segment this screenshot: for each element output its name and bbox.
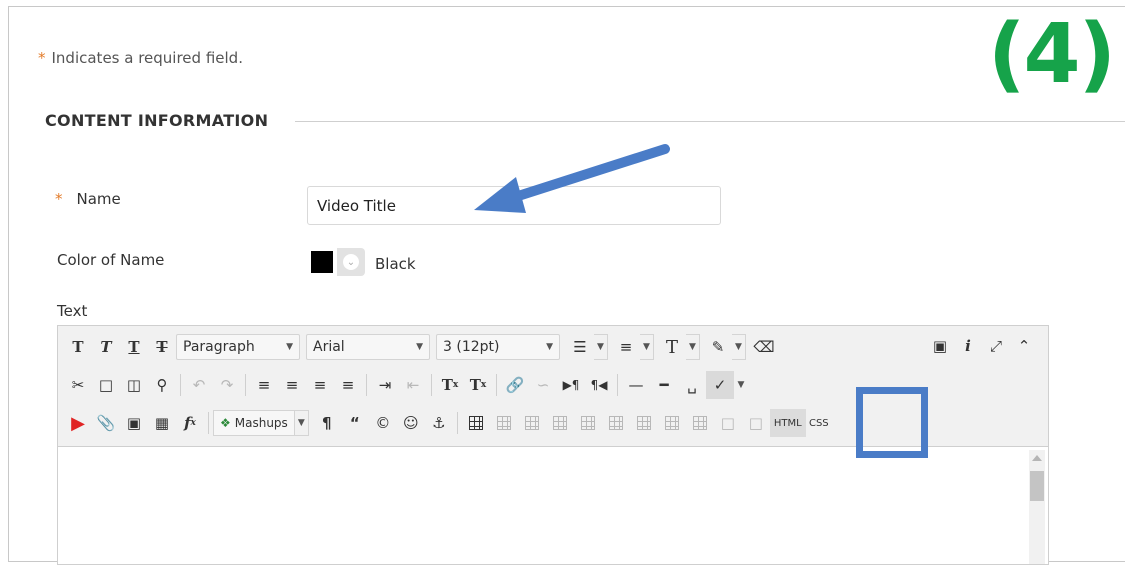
align-center-icon[interactable]: ≡ — [278, 371, 306, 399]
blockquote-icon[interactable]: “ — [341, 409, 369, 437]
annotation-arrow — [474, 144, 670, 213]
dropdown-arrow-icon: ▼ — [416, 342, 423, 352]
preview-icon[interactable]: ▣ — [926, 332, 954, 360]
mashups-select[interactable]: ❖ Mashups — [213, 410, 295, 436]
section-divider — [295, 121, 1125, 122]
youtube-icon[interactable]: ▶ — [64, 409, 92, 437]
numbered-list-icon[interactable]: ≡ — [612, 333, 640, 361]
scroll-thumb[interactable] — [1030, 471, 1044, 501]
horizontal-rule-icon[interactable]: — — [622, 371, 650, 399]
toolbar-row-1: T T T T Paragraph ▼ Arial ▼ 3 (12pt) ▼ ☰ ▼ … — [64, 332, 778, 362]
toolbar-row-2: ✂ □ ◫ ⚲ ↶ ↷ ≡ ≡ ≡ ≡ ⇥ ⇤ Tx Tx 🔗 ∽ ▶¶ ¶◀ … — [64, 370, 752, 400]
spellcheck-icon[interactable]: ✓ — [706, 371, 734, 399]
highlighter-icon[interactable]: ✎ — [704, 333, 732, 361]
required-field-note: * Indicates a required field. — [38, 49, 243, 67]
undo-icon[interactable]: ↶ — [185, 371, 213, 399]
table-delete-icon[interactable]: □ — [742, 409, 770, 437]
scroll-up-icon[interactable] — [1032, 455, 1042, 461]
table-row-after-icon[interactable] — [518, 409, 546, 437]
spellcheck-options-icon[interactable]: ▼ — [734, 372, 748, 398]
mashups-options-icon[interactable]: ▼ — [294, 410, 309, 436]
outdent-icon[interactable]: ⇤ — [399, 371, 427, 399]
toolbar-right-tools: ▣ i ⤢ ⌃ — [926, 332, 1038, 360]
redo-icon[interactable]: ↷ — [213, 371, 241, 399]
link-icon[interactable]: 🔗 — [501, 371, 529, 399]
search-icon[interactable]: ⚲ — [148, 371, 176, 399]
table-delete-col-icon[interactable] — [630, 409, 658, 437]
name-label: * Name — [55, 190, 121, 208]
collapse-toolbar-icon[interactable]: ⌃ — [1010, 332, 1038, 360]
text-label: Text — [57, 302, 88, 320]
name-label-text: Name — [76, 190, 121, 208]
subscript-icon[interactable]: Tx — [464, 371, 492, 399]
eraser-icon[interactable]: ⌫ — [750, 333, 778, 361]
color-swatch — [311, 251, 333, 273]
paragraph-mark-icon[interactable]: ¶ — [313, 409, 341, 437]
dropdown-arrow-icon: ▼ — [286, 342, 293, 352]
step-number-label: (4) — [988, 7, 1116, 102]
fullscreen-icon[interactable]: ⤢ — [982, 332, 1010, 360]
table-split-cells-icon[interactable] — [686, 409, 714, 437]
highlight-options-icon[interactable]: ▼ — [732, 334, 746, 360]
table-merge-cells-icon[interactable]: □ — [714, 409, 742, 437]
font-size-select[interactable]: 3 (12pt) ▼ — [436, 334, 560, 360]
font-family-select[interactable]: Arial ▼ — [306, 334, 430, 360]
table-row-before-icon[interactable] — [490, 409, 518, 437]
bullet-list-icon[interactable]: ☰ — [566, 333, 594, 361]
table-col-after-icon[interactable] — [602, 409, 630, 437]
formula-icon[interactable]: fx — [176, 409, 204, 437]
required-note-text: Indicates a required field. — [51, 49, 243, 67]
chevron-down-icon: ⌄ — [337, 248, 365, 276]
text-color-icon[interactable]: T — [658, 333, 686, 361]
align-justify-icon[interactable]: ≡ — [334, 371, 362, 399]
italic-icon[interactable]: T — [92, 333, 120, 361]
css-button[interactable]: CSS — [806, 409, 832, 437]
ltr-direction-icon[interactable]: ▶¶ — [557, 371, 585, 399]
paragraph-format-select[interactable]: Paragraph ▼ — [176, 334, 300, 360]
bold-icon[interactable]: T — [64, 333, 92, 361]
thick-rule-icon[interactable]: ━ — [650, 371, 678, 399]
color-picker-button[interactable]: ⌄ — [307, 247, 365, 277]
table-icon[interactable] — [462, 409, 490, 437]
align-left-icon[interactable]: ≡ — [250, 371, 278, 399]
align-right-icon[interactable]: ≡ — [306, 371, 334, 399]
media-icon[interactable]: ▦ — [148, 409, 176, 437]
copyright-icon[interactable]: © — [369, 409, 397, 437]
table-col-before-icon[interactable] — [574, 409, 602, 437]
toolbar-row-3: ▶ 📎 ▣ ▦ fx ❖ Mashups ▼ ¶ “ © ☺ ⚓ □ □ HTM… — [64, 408, 832, 438]
info-icon[interactable]: i — [954, 332, 982, 360]
paste-icon[interactable]: ◫ — [120, 371, 148, 399]
editor-scrollbar[interactable] — [1029, 450, 1045, 564]
dropdown-arrow-icon: ▼ — [546, 342, 553, 352]
table-cell-props-icon[interactable] — [658, 409, 686, 437]
indent-icon[interactable]: ⇥ — [371, 371, 399, 399]
color-of-name-label: Color of Name — [57, 251, 165, 269]
image-icon[interactable]: ▣ — [120, 409, 148, 437]
cut-icon[interactable]: ✂ — [64, 371, 92, 399]
mashups-icon: ❖ — [220, 416, 231, 430]
numbered-list-options-icon[interactable]: ▼ — [640, 334, 654, 360]
html-source-button[interactable]: HTML — [769, 409, 806, 437]
required-star-icon: * — [38, 49, 46, 67]
copy-icon[interactable]: □ — [92, 371, 120, 399]
superscript-icon[interactable]: Tx — [436, 371, 464, 399]
color-value: Black — [375, 255, 416, 273]
attachment-icon[interactable]: 📎 — [92, 409, 120, 437]
underline-icon[interactable]: T — [120, 333, 148, 361]
text-color-options-icon[interactable]: ▼ — [686, 334, 700, 360]
bullet-list-options-icon[interactable]: ▼ — [594, 334, 608, 360]
strikethrough-icon[interactable]: T — [148, 333, 176, 361]
emoticon-icon[interactable]: ☺ — [397, 409, 425, 437]
anchor-icon[interactable]: ⚓ — [425, 409, 453, 437]
required-star-icon: * — [55, 190, 63, 208]
html-button-highlight — [856, 387, 928, 458]
nonbreaking-space-icon[interactable]: ␣ — [678, 371, 706, 399]
section-title: CONTENT INFORMATION — [45, 111, 269, 130]
table-delete-row-icon[interactable] — [546, 409, 574, 437]
rtl-direction-icon[interactable]: ¶◀ — [585, 371, 613, 399]
unlink-icon[interactable]: ∽ — [529, 371, 557, 399]
